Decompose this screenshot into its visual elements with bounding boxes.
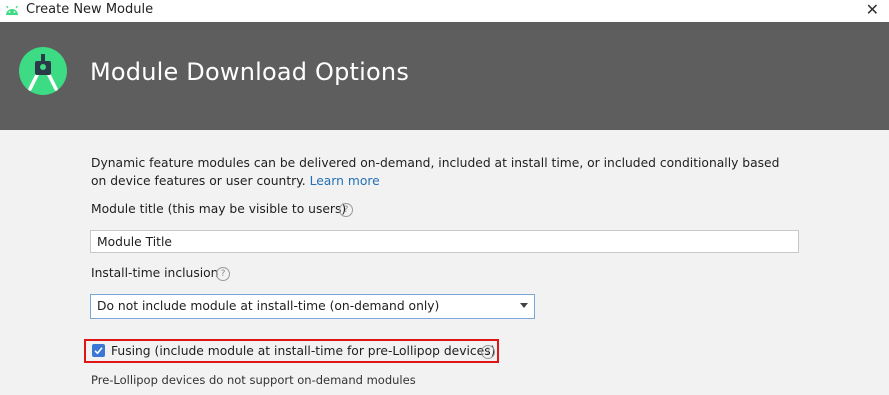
dropdown-arrow-icon bbox=[520, 303, 528, 308]
fusing-help-icon[interactable]: ? bbox=[481, 345, 495, 359]
module-title-input[interactable] bbox=[90, 230, 799, 253]
header-banner: Module Download Options bbox=[0, 22, 889, 130]
learn-more-link[interactable]: Learn more bbox=[310, 174, 380, 188]
checkmark-icon bbox=[94, 347, 103, 355]
install-time-help-icon[interactable]: ? bbox=[216, 267, 230, 281]
window-title: Create New Module bbox=[26, 2, 154, 17]
android-studio-logo-icon bbox=[19, 47, 67, 95]
install-time-dropdown[interactable]: Do not include module at install-time (o… bbox=[90, 294, 535, 319]
module-title-help-icon[interactable]: ? bbox=[339, 203, 353, 217]
pre-lollipop-note: Pre-Lollipop devices do not support on-d… bbox=[91, 373, 416, 387]
module-title-label: Module title (this may be visible to use… bbox=[91, 202, 347, 216]
close-button[interactable]: ✕ bbox=[866, 0, 879, 20]
window-titlebar: Create New Module ✕ bbox=[0, 0, 889, 22]
description-text: Dynamic feature modules can be delivered… bbox=[91, 154, 791, 190]
install-time-selected: Do not include module at install-time (o… bbox=[97, 299, 440, 313]
install-time-label: Install-time inclusion bbox=[91, 266, 219, 280]
page-title: Module Download Options bbox=[90, 58, 410, 86]
description-body: Dynamic feature modules can be delivered… bbox=[91, 156, 780, 188]
android-icon bbox=[6, 5, 18, 15]
fusing-checkbox[interactable] bbox=[92, 344, 105, 357]
fusing-label[interactable]: Fusing (include module at install-time f… bbox=[111, 344, 495, 358]
